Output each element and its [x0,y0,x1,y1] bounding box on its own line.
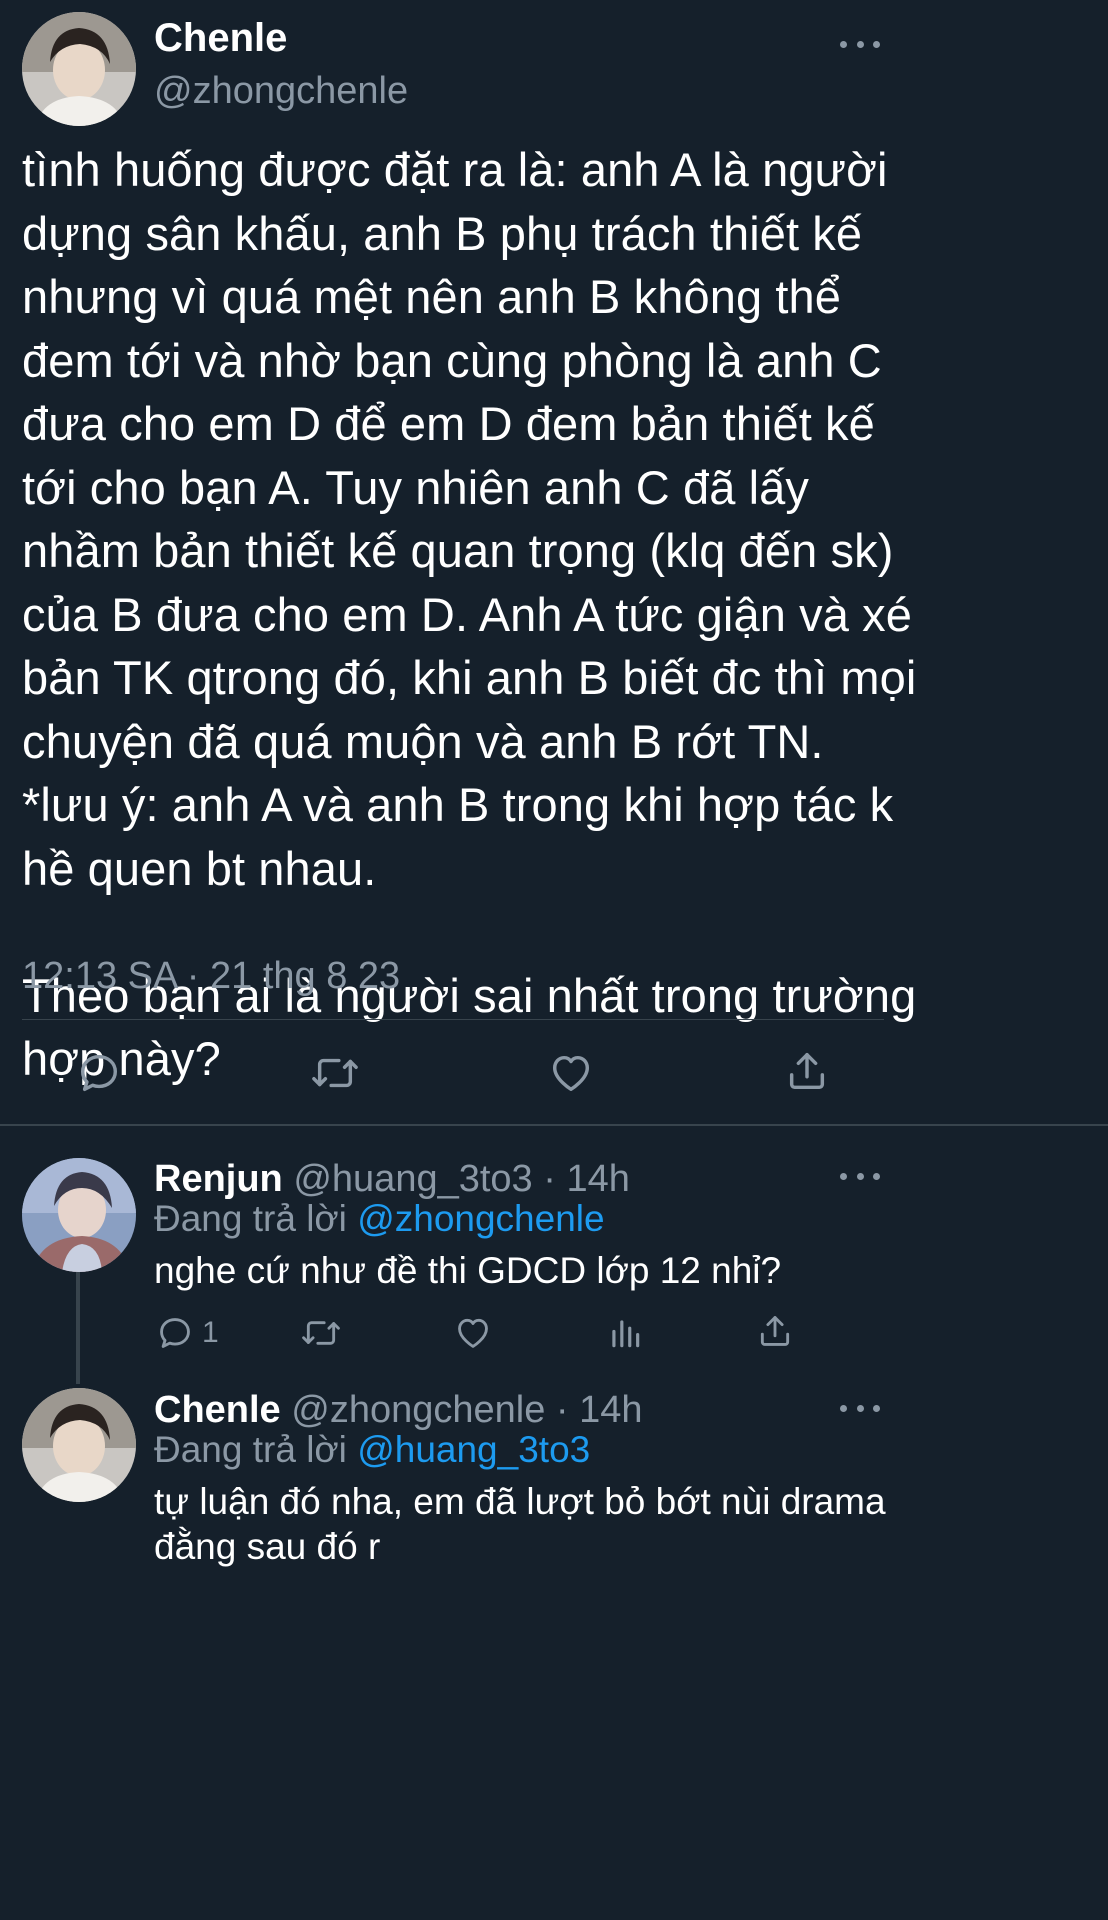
reply-icon[interactable] [76,1050,122,1096]
reply-time: · 14h [532,1158,630,1200]
like-icon [458,1318,488,1348]
retweet-action[interactable] [300,1314,342,1352]
analytics-action[interactable] [606,1314,644,1352]
thread-line [76,1272,80,1384]
reply-header: Renjun @huang_3to3 · 14h [154,1158,630,1201]
tweet-timestamp[interactable]: 12:13 SA · 21 thg 8 23 [22,955,400,998]
mention-link[interactable]: @huang_3to3 [357,1429,590,1470]
avatar-image [22,1158,136,1272]
reply-header: Chenle @zhongchenle · 14h [154,1389,643,1432]
reply-action[interactable]: 1 [156,1314,219,1352]
author-name[interactable]: Chenle [154,16,287,61]
reply-icon [160,1318,190,1348]
share-icon[interactable] [784,1048,830,1094]
avatar-image [22,1388,136,1502]
reply-time: · 14h [545,1389,643,1431]
reply-text: tự luận đó nha, em đã lượt bỏ bớt nùi dr… [154,1481,886,1567]
avatar-image [22,12,136,126]
share-icon [760,1316,790,1346]
reply-avatar[interactable] [22,1158,136,1272]
like-action[interactable] [454,1314,492,1352]
retweet-icon[interactable] [310,1050,360,1096]
like-icon[interactable] [548,1050,594,1096]
reply-author-handle[interactable]: @zhongchenle [291,1389,545,1431]
meta-divider [22,1019,884,1020]
retweet-icon [302,1321,340,1345]
replying-to-line: Đang trả lời @huang_3to3 [154,1429,590,1471]
mention-link[interactable]: @zhongchenle [357,1198,604,1239]
reply-author-name[interactable]: Renjun [154,1158,283,1200]
section-divider [0,1124,1108,1126]
reply-author-handle[interactable]: @huang_3to3 [293,1158,532,1200]
replying-prefix: Đang trả lời [154,1198,358,1239]
author-handle[interactable]: @zhongchenle [154,70,408,113]
tweet-text: tình huống được đặt ra là: anh A là ngườ… [22,143,917,1085]
reply-text: nghe cứ như đề thi GDCD lớp 12 nhỉ? [154,1250,782,1291]
more-options-icon[interactable] [840,34,880,54]
reply-author-name[interactable]: Chenle [154,1389,281,1431]
more-options-icon[interactable] [840,1166,880,1186]
reply-count: 1 [202,1316,219,1349]
share-action[interactable] [756,1312,794,1350]
replying-prefix: Đang trả lời [154,1429,358,1470]
analytics-icon [612,1320,640,1348]
replying-to-line: Đang trả lời @zhongchenle [154,1198,605,1240]
author-avatar[interactable] [22,12,136,126]
more-options-icon[interactable] [840,1398,880,1418]
reply-avatar[interactable] [22,1388,136,1502]
